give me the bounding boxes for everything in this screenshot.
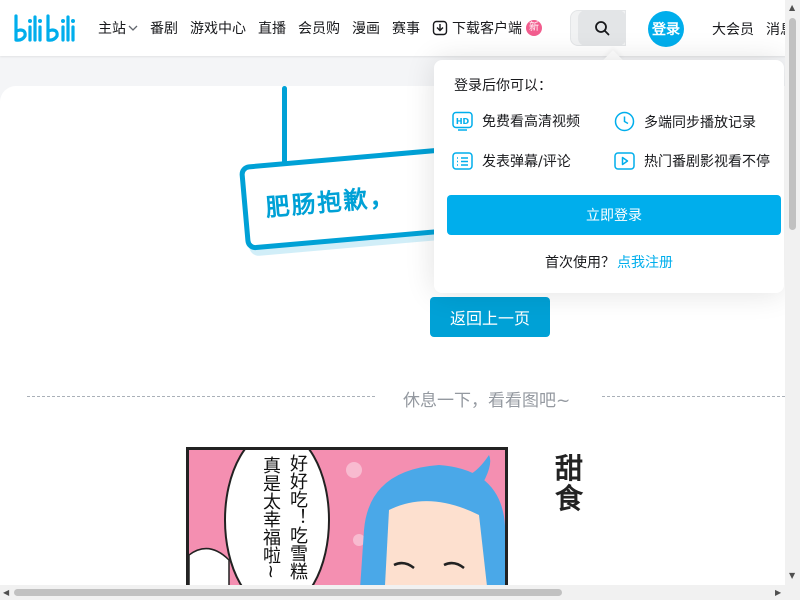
nav-label: 主站 <box>98 21 126 37</box>
vertical-scroll-thumb[interactable] <box>789 18 796 230</box>
play-icon <box>614 152 635 170</box>
comic-bubble-right-text: 好好吃！吃雪糕 <box>287 454 308 580</box>
main-nav: 主站 番剧 游戏中心 直播 会员购 漫画 赛事 下载客户端 新 <box>98 0 554 56</box>
scroll-up-icon[interactable]: ▲ <box>789 0 795 15</box>
login-avatar-button[interactable]: 登录 <box>648 11 684 47</box>
comment-list-icon <box>452 152 473 170</box>
login-now-button[interactable]: 立即登录 <box>447 195 781 235</box>
nav-item-manga[interactable]: 漫画 <box>352 18 380 38</box>
divider-right <box>602 396 800 397</box>
nav-label: 直播 <box>258 21 286 37</box>
hd-icon: HD <box>452 111 473 131</box>
nav-item-main-site[interactable]: 主站 <box>98 18 138 38</box>
chevron-down-icon <box>128 25 138 31</box>
benefit-anime: 热门番剧影视看不停 <box>614 151 770 171</box>
popover-title: 登录后你可以： <box>454 78 552 94</box>
scroll-down-icon[interactable]: ▼ <box>789 568 795 583</box>
top-header: 主站 番剧 游戏中心 直播 会员购 漫画 赛事 下载客户端 新 登录 大会员 消… <box>0 0 800 56</box>
benefit-label: 发表弹幕/评论 <box>482 154 571 170</box>
scroll-right-icon[interactable]: ▶ <box>775 585 781 600</box>
horizontal-scrollbar[interactable]: ◀ ▶ <box>0 585 800 600</box>
nav-label: 番剧 <box>150 21 178 37</box>
nav-item-game-center[interactable]: 游戏中心 <box>190 18 246 38</box>
nav-label: 游戏中心 <box>190 21 246 37</box>
nav-label: 会员购 <box>298 21 340 37</box>
benefit-comment: 发表弹幕/评论 <box>452 151 571 171</box>
svg-text:HD: HD <box>456 117 470 126</box>
sign-post <box>282 86 287 166</box>
nav-label: 漫画 <box>352 21 380 37</box>
clock-icon <box>614 111 635 132</box>
back-button[interactable]: 返回上一页 <box>430 297 550 337</box>
vertical-scrollbar[interactable]: ▲ ▼ <box>785 0 800 585</box>
scroll-left-icon[interactable]: ◀ <box>3 585 9 600</box>
download-icon <box>432 20 448 36</box>
nav-item-esports[interactable]: 赛事 <box>392 18 420 38</box>
search-icon <box>595 21 610 36</box>
nav-item-download-client[interactable]: 下载客户端 新 <box>432 18 542 38</box>
login-popover: 登录后你可以： HD 免费看高清视频 多端同步播放记录 发表弹幕/评论 热门番剧… <box>434 60 784 293</box>
nav-item-anime[interactable]: 番剧 <box>150 18 178 38</box>
benefit-sync: 多端同步播放记录 <box>614 111 756 132</box>
horizontal-scroll-thumb[interactable] <box>14 589 562 596</box>
nav-label: 下载客户端 <box>452 21 522 37</box>
nav-label: 赛事 <box>392 21 420 37</box>
vip-link[interactable]: 大会员 <box>712 19 754 39</box>
benefit-hd: HD 免费看高清视频 <box>452 111 580 131</box>
comic-panel: 好好吃！吃雪糕 真是太幸福啦~ <box>186 447 508 600</box>
register-line: 首次使用？ 点我注册 <box>429 252 789 272</box>
benefit-label: 多端同步播放记录 <box>644 114 756 131</box>
comic-bubble-left-text: 真是太幸福啦~ <box>260 456 281 580</box>
benefit-label: 免费看高清视频 <box>482 114 580 130</box>
new-badge: 新 <box>526 20 542 36</box>
register-link[interactable]: 点我注册 <box>617 255 673 271</box>
rest-caption: 休息一下，看看图吧~ <box>403 391 571 411</box>
comic-art <box>189 450 505 600</box>
first-use-text: 首次使用？ <box>545 255 615 271</box>
nav-item-member-shop[interactable]: 会员购 <box>298 18 340 38</box>
benefit-label: 热门番剧影视看不停 <box>644 154 770 170</box>
comic-title: 甜食 <box>554 452 583 515</box>
search-button[interactable] <box>578 10 626 46</box>
bilibili-logo[interactable] <box>12 12 84 46</box>
divider-left <box>27 396 375 397</box>
nav-item-live[interactable]: 直播 <box>258 18 286 38</box>
